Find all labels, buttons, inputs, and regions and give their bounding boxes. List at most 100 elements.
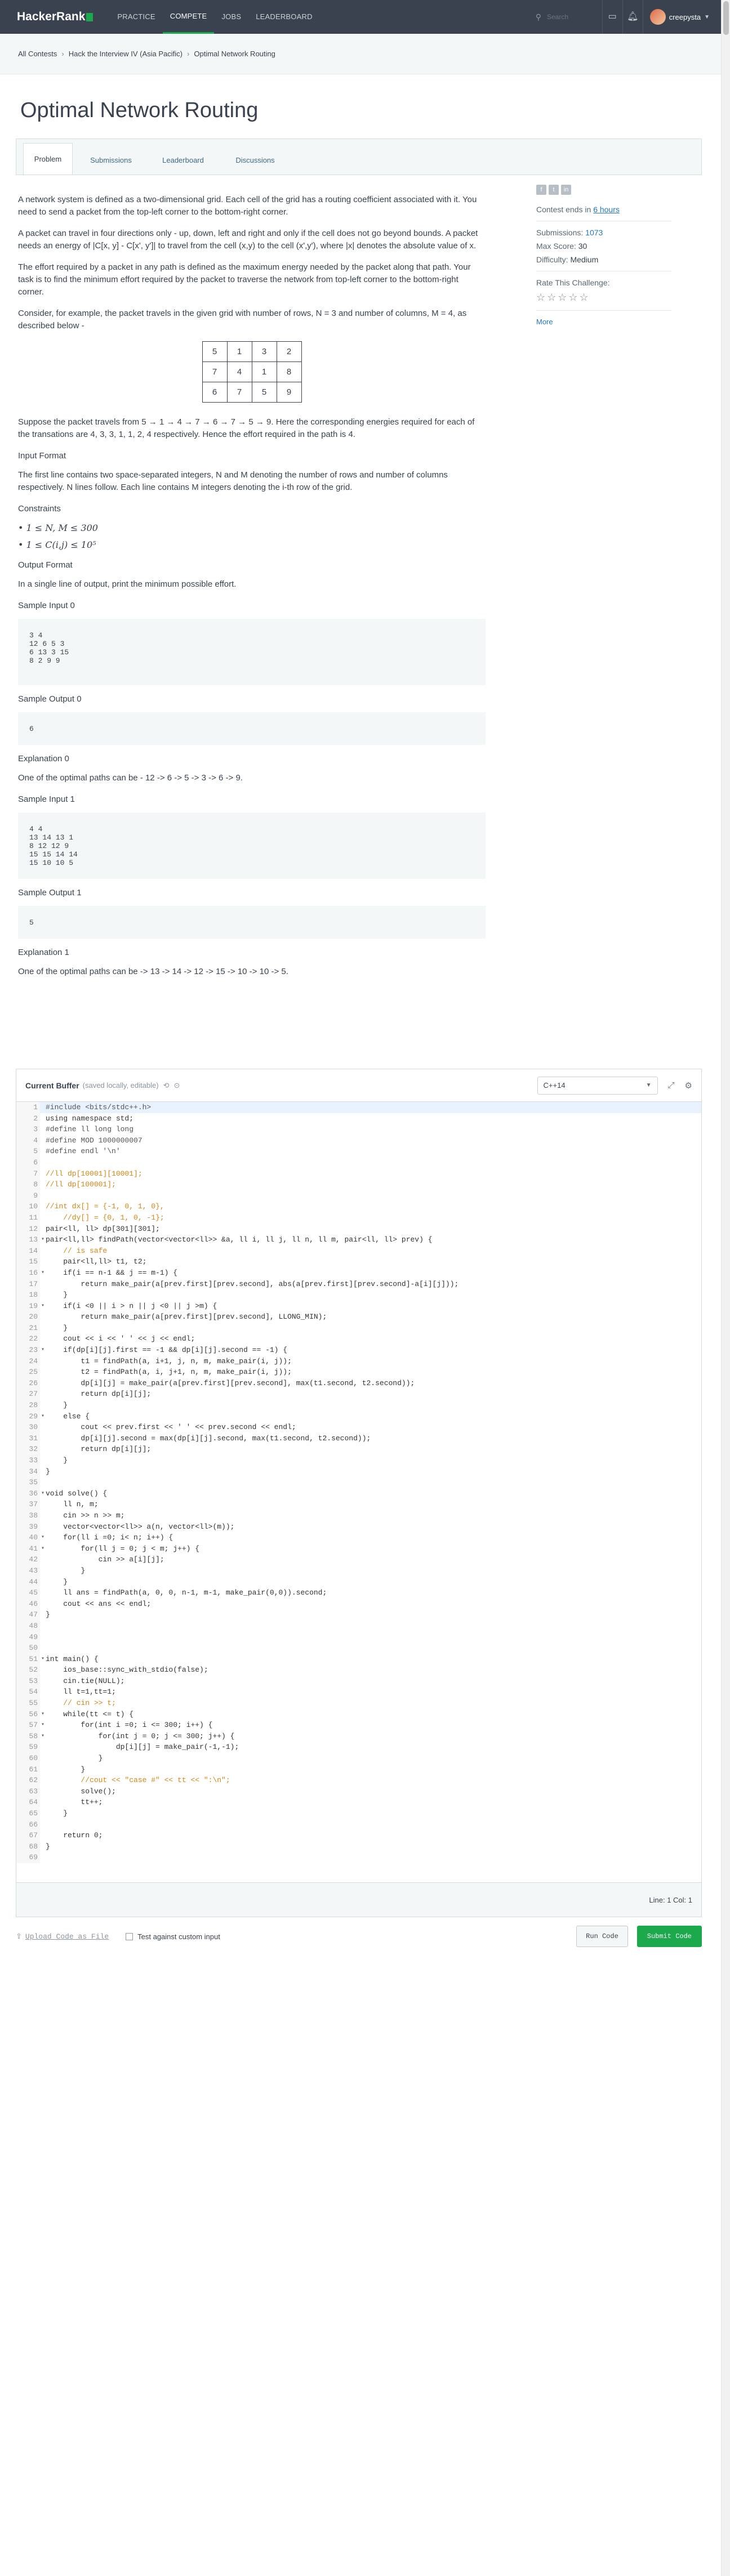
fold-marker-icon[interactable]: ▾ <box>40 1654 46 1665</box>
code-line[interactable]: 6 <box>16 1157 701 1168</box>
run-code-button[interactable]: Run Code <box>576 1926 628 1947</box>
tab-submissions[interactable]: Submissions <box>77 146 145 175</box>
code-line[interactable]: 49 <box>16 1631 701 1643</box>
fold-marker-icon[interactable] <box>40 1841 46 1852</box>
fold-marker-icon[interactable]: ▾ <box>40 1532 46 1543</box>
fold-marker-icon[interactable] <box>40 1686 46 1698</box>
code-line[interactable]: 23 ▾ if(dp[i][j].first == -1 && dp[i][j].… <box>16 1345 701 1356</box>
code-line[interactable]: 56 ▾ while(tt <= t) { <box>16 1708 701 1720</box>
gear-icon[interactable]: ⚙ <box>685 1081 692 1091</box>
code-line[interactable]: 8 //ll dp[100001]; <box>16 1179 701 1190</box>
fold-marker-icon[interactable] <box>40 1808 46 1819</box>
code-line[interactable]: 34} <box>16 1466 701 1477</box>
code-area[interactable]: 1 #include <bits/stdc++.h> 2 using namespac… <box>16 1102 701 1883</box>
fold-marker-icon[interactable] <box>40 1245 46 1257</box>
fold-marker-icon[interactable]: ▾ <box>40 1543 46 1555</box>
code-line[interactable]: 27 return dp[i][j]; <box>16 1389 701 1400</box>
code-line[interactable]: 65 } <box>16 1808 701 1819</box>
fold-marker-icon[interactable] <box>40 1620 46 1632</box>
code-line[interactable]: 47} <box>16 1609 701 1620</box>
fold-marker-icon[interactable] <box>40 1444 46 1455</box>
code-line[interactable]: 2 using namespace std; <box>16 1113 701 1124</box>
code-line[interactable]: 43 } <box>16 1565 701 1577</box>
fold-marker-icon[interactable] <box>40 1367 46 1378</box>
fold-marker-icon[interactable] <box>40 1676 46 1687</box>
code-line[interactable]: 45 ll ans = findPath(a, 0, 0, n-1, m-1, … <box>16 1587 701 1599</box>
fold-marker-icon[interactable] <box>40 1146 46 1157</box>
fold-marker-icon[interactable] <box>40 1466 46 1477</box>
code-line[interactable]: 11 //dy[] = {0, 1, 0, -1}; <box>16 1212 701 1224</box>
fold-marker-icon[interactable] <box>40 1664 46 1676</box>
code-line[interactable]: 9 <box>16 1190 701 1202</box>
fold-marker-icon[interactable] <box>40 1389 46 1400</box>
fold-marker-icon[interactable] <box>40 1830 46 1841</box>
custom-input-checkbox[interactable] <box>126 1932 133 1940</box>
code-line[interactable]: 5 #define endl '\n' <box>16 1146 701 1157</box>
code-line[interactable]: 24 t1 = findPath(a, i+1, j, n, m, make_p… <box>16 1355 701 1367</box>
code-line[interactable]: 53 cin.tie(NULL); <box>16 1675 701 1687</box>
code-line[interactable]: 55 // cin >> t; <box>16 1698 701 1709</box>
hackerrank-logo[interactable]: HackerRank <box>17 10 94 24</box>
tab-leaderboard[interactable]: Leaderboard <box>149 146 217 175</box>
code-line[interactable]: 29 ▾ else { <box>16 1410 701 1422</box>
code-line[interactable]: 68} <box>16 1841 701 1852</box>
code-line[interactable]: 18 } <box>16 1289 701 1301</box>
fold-marker-icon[interactable] <box>40 1279 46 1290</box>
user-menu[interactable]: creepysta ▼ <box>642 0 710 34</box>
rating-stars[interactable]: ☆☆☆☆☆ <box>536 292 683 303</box>
code-line[interactable]: 41 ▾ for(ll j = 0; j < m; j++) { <box>16 1543 701 1555</box>
code-line[interactable]: 25 t2 = findPath(a, i, j+1, n, m, make_p… <box>16 1367 701 1378</box>
fold-marker-icon[interactable] <box>40 1642 46 1654</box>
fold-marker-icon[interactable] <box>40 1289 46 1301</box>
nav-link-compete[interactable]: COMPETE <box>162 0 215 34</box>
fold-marker-icon[interactable] <box>40 1333 46 1345</box>
nav-link-practice[interactable]: PRACTICE <box>110 0 162 34</box>
code-line[interactable]: 59 dp[i][j] = make_pair(-1,-1); <box>16 1742 701 1753</box>
fold-marker-icon[interactable] <box>40 1521 46 1533</box>
fold-marker-icon[interactable] <box>40 1698 46 1709</box>
code-line[interactable]: 14 // is safe <box>16 1245 701 1257</box>
code-line[interactable]: 26 dp[i][j] = make_pair(a[prev.first][pr… <box>16 1377 701 1389</box>
fold-marker-icon[interactable] <box>40 1797 46 1808</box>
fold-marker-icon[interactable] <box>40 1179 46 1190</box>
more-link[interactable]: More <box>536 318 683 326</box>
fold-marker-icon[interactable] <box>40 1323 46 1334</box>
code-line[interactable]: 42 cin >> a[i][j]; <box>16 1554 701 1565</box>
contest-ends-value[interactable]: 6 hours <box>593 205 620 214</box>
submissions-value[interactable]: 1073 <box>585 228 603 237</box>
code-line[interactable]: 64 tt++; <box>16 1797 701 1808</box>
fold-marker-icon[interactable] <box>40 1587 46 1599</box>
fold-marker-icon[interactable] <box>40 1477 46 1488</box>
fold-marker-icon[interactable] <box>40 1775 46 1786</box>
tab-discussions[interactable]: Discussions <box>221 146 289 175</box>
code-line[interactable]: 20 return make_pair(a[prev.first][prev.s… <box>16 1311 701 1323</box>
code-line[interactable]: 66 <box>16 1819 701 1831</box>
code-line[interactable]: 10 //int dx[] = {-1, 0, 1, 0}, <box>16 1201 701 1212</box>
facebook-icon[interactable]: f <box>536 185 546 195</box>
code-line[interactable]: 31 dp[i][j].second = max(dp[i][j].second… <box>16 1432 701 1444</box>
code-line[interactable]: 69 <box>16 1852 701 1863</box>
code-line[interactable]: 16 ▾ if(i == n-1 && j == m-1) { <box>16 1267 701 1279</box>
fold-marker-icon[interactable] <box>40 1113 46 1124</box>
code-line[interactable]: 40 ▾ for(ll i =0; i< n; i++) { <box>16 1532 701 1543</box>
code-line[interactable]: 21 } <box>16 1322 701 1334</box>
code-line[interactable]: 61 } <box>16 1764 701 1775</box>
code-line[interactable]: 67 return 0; <box>16 1830 701 1841</box>
code-line[interactable]: 1 #include <bits/stdc++.h> <box>16 1102 701 1113</box>
code-line[interactable]: 35 <box>16 1477 701 1488</box>
code-line[interactable]: 22 cout << i << ' ' << j << endl; <box>16 1333 701 1345</box>
fold-marker-icon[interactable] <box>40 1157 46 1168</box>
code-line[interactable]: 17 return make_pair(a[prev.first][prev.s… <box>16 1278 701 1290</box>
code-line[interactable]: 63 solve(); <box>16 1785 701 1797</box>
custom-input-toggle[interactable]: Test against custom input <box>126 1932 220 1941</box>
fold-marker-icon[interactable] <box>40 1499 46 1510</box>
code-line[interactable]: 37 ll n, m; <box>16 1499 701 1510</box>
breadcrumb-contest[interactable]: Hack the Interview IV (Asia Pacific) <box>69 50 182 58</box>
code-line[interactable]: 50 <box>16 1642 701 1654</box>
fold-marker-icon[interactable] <box>40 1135 46 1146</box>
code-line[interactable]: 51 ▾ int main() { <box>16 1653 701 1665</box>
search-box[interactable]: ⚲ Search <box>536 12 592 22</box>
fold-marker-icon[interactable] <box>40 1510 46 1521</box>
code-line[interactable]: 15 pair<ll,ll> t1, t2; <box>16 1256 701 1267</box>
fold-marker-icon[interactable] <box>40 1190 46 1202</box>
